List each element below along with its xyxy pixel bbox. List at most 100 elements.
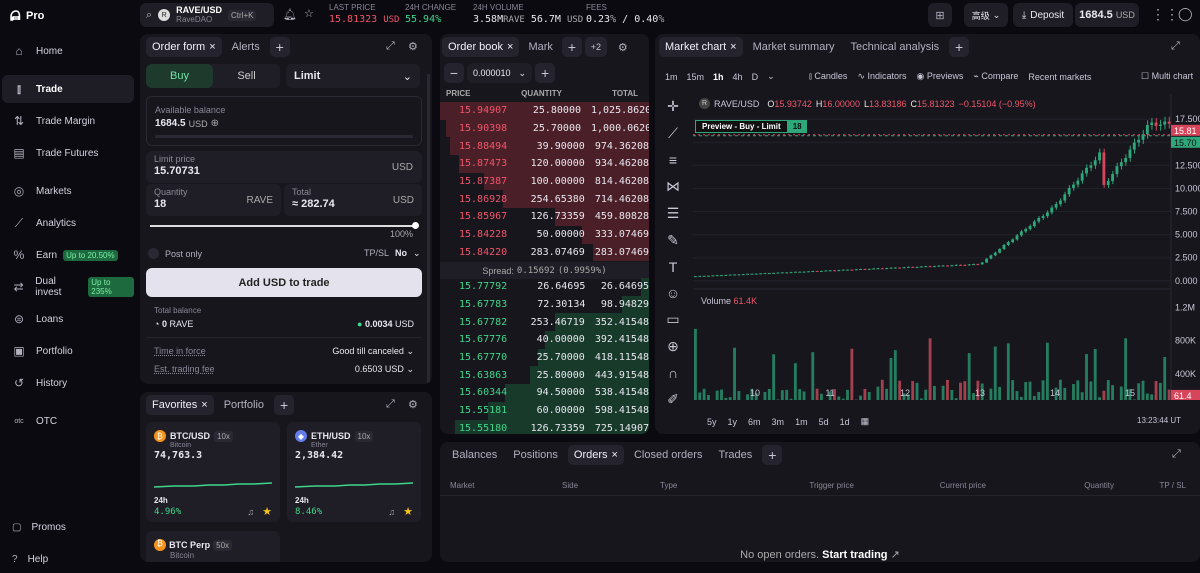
sidebar-item-loans[interactable]: ⊜Loans — [2, 305, 134, 333]
preview-order-label[interactable]: Preview - Buy - Limit 18 — [695, 120, 807, 133]
decrease-tick-button[interactable]: − — [444, 63, 464, 83]
tab-favorites[interactable]: Favorites× — [146, 395, 214, 415]
fees-stat[interactable]: FEES 0.23% / 0.40% — [586, 3, 664, 25]
add-tab-button[interactable]: + — [949, 37, 969, 57]
more-tabs-button[interactable]: +2 — [585, 37, 607, 57]
bell-icon[interactable]: ♫ — [247, 507, 254, 517]
sidebar-item-trade-futures[interactable]: ▤Trade Futures — [2, 139, 134, 167]
slider-handle[interactable] — [412, 222, 419, 229]
expand-icon[interactable]: ⤢ — [386, 398, 395, 411]
tab-market-chart[interactable]: Market chart× — [659, 37, 743, 57]
recent-markets-button[interactable]: Recent markets — [1028, 72, 1091, 82]
add-tab-button[interactable]: + — [274, 395, 294, 415]
pattern-icon[interactable]: ⋈ — [666, 178, 680, 195]
ask-row[interactable]: 15.9490725.800001,025.86208 — [440, 102, 649, 120]
close-icon[interactable]: × — [612, 449, 618, 461]
sidebar-item-dual-invest[interactable]: ⇄Dual investUp to 235% — [2, 273, 134, 301]
settings-sliders-icon[interactable]: ⚙︎ — [408, 398, 418, 411]
sidebar-item-help[interactable]: ?Help — [2, 545, 134, 573]
language-selector[interactable]: 高级⌄ — [964, 3, 1008, 27]
close-icon[interactable]: × — [507, 41, 513, 53]
tab-closed-orders[interactable]: Closed orders — [628, 445, 708, 465]
increase-tick-button[interactable]: + — [535, 63, 555, 83]
tpsl-selector[interactable]: TP/SLNo⌄ — [364, 248, 421, 259]
tab-portfolio[interactable]: Portfolio — [218, 395, 270, 415]
post-only-checkbox[interactable]: Post only — [148, 248, 202, 259]
bid-row[interactable]: 15.6034494.50000538.41548 — [440, 384, 649, 402]
star-filled-icon[interactable]: ★ — [403, 506, 413, 518]
range-6m[interactable]: 6m — [748, 417, 761, 427]
range-3m[interactable]: 3m — [772, 417, 785, 427]
interval-4h[interactable]: 4h — [733, 72, 743, 82]
time-in-force-row[interactable]: Time in forceGood till canceled ⌄ — [154, 346, 414, 357]
settings-sliders-icon[interactable]: ⚙︎ — [408, 40, 418, 53]
bid-row[interactable]: 15.6777025.70000418.11548 — [440, 349, 649, 367]
bid-row[interactable]: 15.6386325.80000443.91548 — [440, 366, 649, 384]
tab-trades[interactable]: Trades — [712, 445, 758, 465]
sidebar-item-otc[interactable]: otcOTC — [2, 407, 134, 435]
bid-row[interactable]: 15.5518160.00000598.41548 — [440, 402, 649, 420]
tab-positions[interactable]: Positions — [507, 445, 564, 465]
crosshair-icon[interactable]: ✛ — [667, 98, 679, 115]
favorite-card-perp[interactable]: ₿ BTC Perp 50x Bitcoin — [146, 531, 280, 562]
trend-line-icon[interactable]: ⟋ — [668, 125, 678, 142]
sidebar-item-history[interactable]: ↺History — [2, 369, 134, 397]
add-tab-button[interactable]: + — [762, 445, 782, 465]
favorite-card[interactable]: ◆ETH/USD10xEther2,384.4224h8.46%♫★ — [287, 422, 421, 522]
bid-row[interactable]: 15.67782253.46719352.41548 — [440, 313, 649, 331]
fib-icon[interactable]: ☰ — [667, 205, 680, 222]
interval-15m[interactable]: 15m — [687, 72, 705, 82]
apps-grid-icon[interactable]: ⋮⋮ — [1151, 6, 1179, 23]
bell-icon[interactable]: ♫ — [388, 507, 395, 517]
compare-button[interactable]: ⌁ Compare — [973, 71, 1018, 82]
expand-icon[interactable]: ⤢ — [1171, 40, 1180, 53]
candles-button[interactable]: ⫾ Candles — [809, 71, 847, 82]
total-input[interactable]: Total ≈ 282.74 USD — [284, 184, 422, 216]
indicators-button[interactable]: ∿ Indicators — [857, 71, 906, 82]
tab-orders[interactable]: Orders× — [568, 445, 624, 465]
tab-order-book[interactable]: Order book× — [442, 37, 519, 57]
star-icon[interactable]: ☆ — [304, 7, 314, 20]
favorite-card[interactable]: ₿BTC/USD10xBitcoin74,763.324h4.96%♫★ — [146, 422, 280, 522]
sidebar-item-portfolio[interactable]: ▣Portfolio — [2, 337, 134, 365]
amount-slider[interactable] — [150, 223, 418, 229]
sidebar-item-trade[interactable]: ⫾Trade — [2, 75, 134, 103]
sidebar-item-analytics[interactable]: ⟋Analytics — [2, 209, 134, 237]
sidebar-item-home[interactable]: ⌂Home — [2, 37, 134, 65]
order-type-select[interactable]: Limit⌄ — [286, 64, 420, 88]
add-tab-button[interactable]: + — [562, 37, 582, 57]
settings-sliders-icon[interactable]: ⚙︎ — [618, 41, 628, 54]
interval-1h[interactable]: 1h — [713, 72, 724, 82]
add-tab-button[interactable]: + — [270, 37, 290, 57]
bell-icon[interactable]: 🔔︎ — [283, 8, 297, 21]
tab-mark[interactable]: Mark — [522, 37, 558, 57]
tab-technical-analysis[interactable]: Technical analysis — [844, 37, 945, 57]
interval-D[interactable]: D — [752, 72, 759, 82]
ask-row[interactable]: 15.86928254.65380714.46208 — [440, 190, 649, 208]
previews-button[interactable]: ◉ Previews — [917, 71, 964, 82]
emoji-icon[interactable]: ☺ — [666, 285, 680, 301]
sell-button[interactable]: Sell — [213, 64, 280, 88]
deposit-button[interactable]: ⤓Deposit — [1013, 3, 1073, 27]
quantity-input[interactable]: Quantity 18 RAVE — [146, 184, 281, 216]
close-icon[interactable]: × — [201, 399, 207, 411]
close-icon[interactable]: × — [730, 41, 736, 53]
account-balance[interactable]: 1684.5USD — [1075, 3, 1139, 27]
multi-chart-toggle[interactable]: ☐ Multi chart — [1141, 71, 1193, 82]
ask-row[interactable]: 15.8849439.90000974.36208 — [440, 137, 649, 155]
range-5y[interactable]: 5y — [707, 417, 717, 427]
ask-row[interactable]: 15.84220283.07469283.07469 — [440, 244, 649, 262]
ask-row[interactable]: 15.9039825.700001,000.06208 — [440, 120, 649, 138]
range-1y[interactable]: 1y — [728, 417, 738, 427]
account-icon[interactable]: ◯ — [1178, 6, 1193, 22]
text-icon[interactable]: T — [669, 259, 678, 275]
start-trading-link[interactable]: Start trading — [822, 549, 887, 561]
range-1m[interactable]: 1m — [795, 417, 808, 427]
bid-row[interactable]: 15.6778372.3013498.94829 — [440, 296, 649, 314]
interval-1m[interactable]: 1m — [665, 72, 678, 82]
limit-price-input[interactable]: Limit price 15.70731 USD — [146, 151, 422, 183]
ask-row[interactable]: 15.87473120.00000934.46208 — [440, 155, 649, 173]
pair-selector[interactable]: ⌕ R RAVE/USD RaveDAO Ctrl+K — [140, 3, 274, 27]
sidebar-item-earn[interactable]: %EarnUp to 20.50% — [2, 241, 134, 269]
sidebar-item-trade-margin[interactable]: ⇅Trade Margin — [2, 107, 134, 135]
